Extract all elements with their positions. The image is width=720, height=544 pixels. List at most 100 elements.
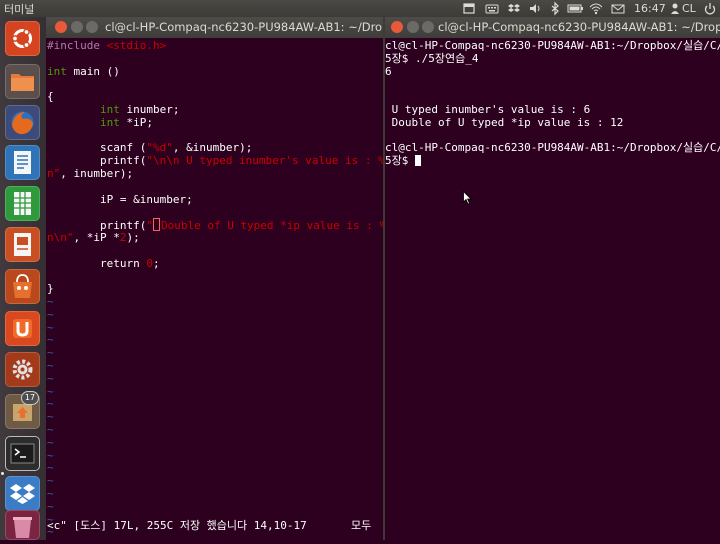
terminal-line: cl@cl-HP-Compaq-nc6230-PU984AW-AB1:~/Dro… [385, 141, 720, 155]
code-token: " [146, 219, 153, 233]
code-line: printf(" Double of U typed *ip value is :… [47, 218, 383, 233]
code-token: return [47, 256, 147, 270]
empty-line-tilde: ~ [47, 307, 54, 321]
power-icon[interactable] [703, 1, 717, 16]
code-token: <stdio.h> [106, 39, 167, 52]
empty-line-tilde: ~ [47, 461, 54, 475]
code-line: printf("\n\n U typed inumber's value is … [47, 154, 383, 167]
firefox-icon[interactable] [5, 105, 40, 140]
code-token: int [99, 115, 120, 129]
update-icon[interactable]: 17 [5, 392, 40, 429]
code-line: return 0; [47, 257, 160, 270]
code-token: ); [126, 231, 140, 244]
empty-line-tilde: ~ [47, 346, 54, 360]
text-cursor [152, 218, 160, 232]
empty-line-tilde: ~ [47, 320, 54, 334]
code-token: iP = &inumber; [47, 192, 193, 206]
gear-wrench-icon[interactable] [5, 352, 40, 387]
empty-line-tilde: ~ [47, 333, 54, 347]
vim-editor[interactable]: #include <stdio.h> int main () { int inumb… [46, 38, 383, 540]
update-count-badge: 17 [22, 392, 38, 404]
terminal-cursor [415, 155, 421, 167]
code-token: main () [66, 64, 120, 78]
close-icon[interactable] [55, 21, 67, 33]
document-icon[interactable] [5, 145, 40, 180]
code-line: { [47, 90, 54, 103]
terminal-icon[interactable] [5, 436, 40, 471]
running-indicator [1, 472, 4, 475]
presentation-icon[interactable] [5, 227, 40, 262]
empty-line-tilde: ~ [47, 474, 54, 488]
code-token: "\n\n U typed inumber's value is : %d\ [146, 154, 383, 168]
code-token: #include [47, 39, 107, 52]
empty-line-tilde: ~ [47, 499, 54, 513]
code-token: { [47, 90, 54, 104]
mail-icon[interactable] [611, 1, 625, 16]
maximize-icon[interactable] [86, 21, 98, 33]
maximize-icon[interactable] [422, 21, 434, 33]
clock[interactable]: 16:47 [634, 1, 666, 16]
terminal-line: cl@cl-HP-Compaq-nc6230-PU984AW-AB1:~/Dro… [385, 39, 720, 52]
terminal-line: U typed inumber's value is : 6 [385, 103, 591, 116]
empty-line-tilde: ~ [47, 384, 54, 398]
code-line: int inumber; [47, 103, 179, 116]
code-line: scanf ("%d", &inumber); [47, 141, 252, 154]
terminal-line: 5장$ ./5장연습_4 [385, 51, 479, 65]
ubuntu-logo-icon[interactable] [5, 21, 40, 56]
battery-icon[interactable] [567, 1, 585, 16]
user-name[interactable]: CL [682, 1, 696, 16]
empty-line-tilde: ~ [47, 487, 54, 500]
code-token: , &inumber); [172, 141, 253, 155]
terminal-line: Double of U typed *ip value is : 12 [385, 115, 624, 129]
code-token: printf( [47, 154, 147, 168]
code-token: Double of U typed *ip value is : %d\ [160, 219, 383, 233]
dropbox-icon[interactable] [507, 1, 521, 16]
terminal-output[interactable]: cl@cl-HP-Compaq-nc6230-PU984AW-AB1:~/Dro… [385, 38, 720, 540]
right-window-titlebar[interactable]: cl@cl-HP-Compaq-nc6230-PU984AW-AB1: ~/Dr… [385, 17, 720, 38]
mouse-pointer-icon [463, 191, 472, 205]
empty-line-tilde: ~ [47, 359, 54, 372]
code-line: n", inumber); [47, 167, 133, 180]
window-icon[interactable] [462, 1, 476, 16]
top-panel: 터미널 16:47 CL [0, 0, 720, 17]
close-icon[interactable] [391, 21, 403, 33]
ubuntu-one-icon[interactable] [5, 311, 40, 346]
code-token: , *iP * [73, 231, 120, 244]
minimize-icon[interactable] [71, 21, 83, 33]
window-title: cl@cl-HP-Compaq-nc6230-PU984AW-AB1: ~/Dr… [438, 20, 720, 34]
code-token: } [47, 282, 54, 296]
shopping-bag-icon[interactable] [5, 269, 40, 304]
keyboard-icon[interactable] [485, 1, 499, 16]
minimize-icon[interactable] [407, 21, 419, 33]
code-token: int [99, 103, 120, 116]
code-line: } [47, 282, 54, 295]
dropbox-icon[interactable] [5, 476, 40, 511]
empty-line-tilde: ~ [47, 397, 54, 411]
vim-status-position: 모두 [351, 519, 372, 532]
empty-line-tilde: ~ [47, 448, 54, 462]
code-token: *iP; [119, 115, 153, 129]
left-window-titlebar[interactable]: cl@cl-HP-Compaq-nc6230-PU984AW-AB1: ~/Dr… [46, 17, 383, 38]
code-line: int main () [47, 65, 120, 78]
trash-icon[interactable] [5, 510, 40, 540]
terminal-line: 6 [385, 64, 392, 78]
wifi-icon[interactable] [589, 1, 603, 16]
code-line: n\n", *iP *2); [47, 231, 140, 244]
empty-line-tilde: ~ [47, 371, 54, 385]
code-token: inumber; [119, 103, 180, 116]
folder-icon[interactable] [5, 64, 40, 99]
code-token: scanf ( [47, 141, 147, 155]
code-token: , inumber); [60, 167, 134, 180]
code-token: "%d" [146, 141, 173, 155]
code-line: iP = &inumber; [47, 193, 193, 206]
audio-icon[interactable] [528, 1, 542, 16]
terminal-line: 5장$ [385, 154, 421, 167]
spreadsheet-icon[interactable] [5, 186, 40, 221]
user-icon[interactable] [670, 1, 680, 16]
empty-line-tilde: ~ [47, 295, 54, 308]
bluetooth-icon[interactable] [549, 1, 561, 16]
code-token: ; [152, 256, 160, 270]
code-token: 0 [146, 256, 153, 270]
empty-line-tilde: ~ [47, 423, 54, 436]
